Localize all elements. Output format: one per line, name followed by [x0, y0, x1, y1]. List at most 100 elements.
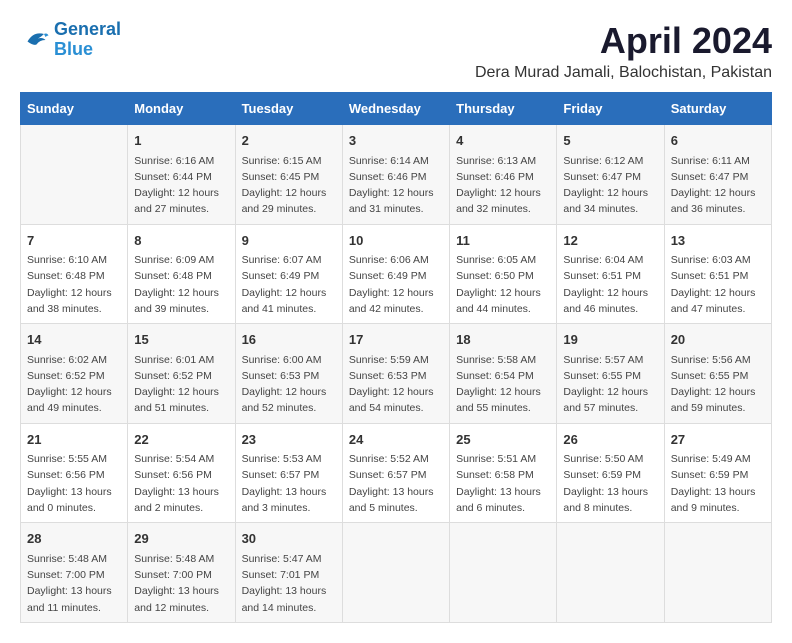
- calendar-header: Sunday Monday Tuesday Wednesday Thursday…: [21, 93, 772, 125]
- day-number: 16: [242, 330, 336, 350]
- day-number: 28: [27, 529, 121, 549]
- day-cell: 29Sunrise: 5:48 AM Sunset: 7:00 PM Dayli…: [128, 523, 235, 623]
- day-cell: 13Sunrise: 6:03 AM Sunset: 6:51 PM Dayli…: [664, 224, 771, 324]
- day-cell: 5Sunrise: 6:12 AM Sunset: 6:47 PM Daylig…: [557, 125, 664, 225]
- day-content: Sunrise: 5:50 AM Sunset: 6:59 PM Dayligh…: [563, 451, 657, 516]
- day-cell: 12Sunrise: 6:04 AM Sunset: 6:51 PM Dayli…: [557, 224, 664, 324]
- day-cell: 10Sunrise: 6:06 AM Sunset: 6:49 PM Dayli…: [342, 224, 449, 324]
- day-cell: 2Sunrise: 6:15 AM Sunset: 6:45 PM Daylig…: [235, 125, 342, 225]
- day-content: Sunrise: 6:07 AM Sunset: 6:49 PM Dayligh…: [242, 252, 336, 317]
- day-number: 2: [242, 131, 336, 151]
- day-content: Sunrise: 6:05 AM Sunset: 6:50 PM Dayligh…: [456, 252, 550, 317]
- day-content: Sunrise: 6:06 AM Sunset: 6:49 PM Dayligh…: [349, 252, 443, 317]
- day-content: Sunrise: 6:11 AM Sunset: 6:47 PM Dayligh…: [671, 153, 765, 218]
- day-content: Sunrise: 5:57 AM Sunset: 6:55 PM Dayligh…: [563, 352, 657, 417]
- day-number: 10: [349, 231, 443, 251]
- day-number: 22: [134, 430, 228, 450]
- day-content: Sunrise: 5:54 AM Sunset: 6:56 PM Dayligh…: [134, 451, 228, 516]
- day-cell: 6Sunrise: 6:11 AM Sunset: 6:47 PM Daylig…: [664, 125, 771, 225]
- day-number: 29: [134, 529, 228, 549]
- day-number: 25: [456, 430, 550, 450]
- day-content: Sunrise: 5:53 AM Sunset: 6:57 PM Dayligh…: [242, 451, 336, 516]
- day-content: Sunrise: 5:59 AM Sunset: 6:53 PM Dayligh…: [349, 352, 443, 417]
- page-header: General Blue April 2024 Dera Murad Jamal…: [20, 20, 772, 82]
- day-number: 12: [563, 231, 657, 251]
- day-number: 6: [671, 131, 765, 151]
- day-content: Sunrise: 5:48 AM Sunset: 7:00 PM Dayligh…: [27, 551, 121, 616]
- day-content: Sunrise: 6:02 AM Sunset: 6:52 PM Dayligh…: [27, 352, 121, 417]
- day-content: Sunrise: 6:00 AM Sunset: 6:53 PM Dayligh…: [242, 352, 336, 417]
- day-cell: 4Sunrise: 6:13 AM Sunset: 6:46 PM Daylig…: [450, 125, 557, 225]
- day-cell: [21, 125, 128, 225]
- day-cell: 21Sunrise: 5:55 AM Sunset: 6:56 PM Dayli…: [21, 423, 128, 523]
- col-saturday: Saturday: [664, 93, 771, 125]
- calendar-table: Sunday Monday Tuesday Wednesday Thursday…: [20, 92, 772, 623]
- day-content: Sunrise: 5:47 AM Sunset: 7:01 PM Dayligh…: [242, 551, 336, 616]
- day-number: 18: [456, 330, 550, 350]
- day-number: 17: [349, 330, 443, 350]
- day-cell: 16Sunrise: 6:00 AM Sunset: 6:53 PM Dayli…: [235, 324, 342, 424]
- day-cell: 18Sunrise: 5:58 AM Sunset: 6:54 PM Dayli…: [450, 324, 557, 424]
- day-number: 14: [27, 330, 121, 350]
- week-row-4: 21Sunrise: 5:55 AM Sunset: 6:56 PM Dayli…: [21, 423, 772, 523]
- col-wednesday: Wednesday: [342, 93, 449, 125]
- day-content: Sunrise: 5:52 AM Sunset: 6:57 PM Dayligh…: [349, 451, 443, 516]
- logo-icon: [20, 25, 50, 55]
- day-number: 11: [456, 231, 550, 251]
- week-row-1: 1Sunrise: 6:16 AM Sunset: 6:44 PM Daylig…: [21, 125, 772, 225]
- day-cell: 17Sunrise: 5:59 AM Sunset: 6:53 PM Dayli…: [342, 324, 449, 424]
- day-cell: 11Sunrise: 6:05 AM Sunset: 6:50 PM Dayli…: [450, 224, 557, 324]
- day-number: 4: [456, 131, 550, 151]
- day-cell: [664, 523, 771, 623]
- col-sunday: Sunday: [21, 93, 128, 125]
- day-cell: 7Sunrise: 6:10 AM Sunset: 6:48 PM Daylig…: [21, 224, 128, 324]
- day-content: Sunrise: 6:04 AM Sunset: 6:51 PM Dayligh…: [563, 252, 657, 317]
- day-cell: [450, 523, 557, 623]
- logo: General Blue: [20, 20, 121, 60]
- logo-text: General Blue: [54, 20, 121, 60]
- day-number: 7: [27, 231, 121, 251]
- day-number: 9: [242, 231, 336, 251]
- day-cell: 8Sunrise: 6:09 AM Sunset: 6:48 PM Daylig…: [128, 224, 235, 324]
- day-number: 8: [134, 231, 228, 251]
- week-row-3: 14Sunrise: 6:02 AM Sunset: 6:52 PM Dayli…: [21, 324, 772, 424]
- day-content: Sunrise: 5:55 AM Sunset: 6:56 PM Dayligh…: [27, 451, 121, 516]
- day-number: 20: [671, 330, 765, 350]
- day-number: 15: [134, 330, 228, 350]
- day-content: Sunrise: 5:48 AM Sunset: 7:00 PM Dayligh…: [134, 551, 228, 616]
- day-cell: 30Sunrise: 5:47 AM Sunset: 7:01 PM Dayli…: [235, 523, 342, 623]
- day-number: 19: [563, 330, 657, 350]
- day-cell: [557, 523, 664, 623]
- day-cell: [342, 523, 449, 623]
- day-cell: 27Sunrise: 5:49 AM Sunset: 6:59 PM Dayli…: [664, 423, 771, 523]
- day-cell: 24Sunrise: 5:52 AM Sunset: 6:57 PM Dayli…: [342, 423, 449, 523]
- day-number: 1: [134, 131, 228, 151]
- day-cell: 9Sunrise: 6:07 AM Sunset: 6:49 PM Daylig…: [235, 224, 342, 324]
- month-title: April 2024: [475, 20, 772, 62]
- title-block: April 2024 Dera Murad Jamali, Balochista…: [475, 20, 772, 82]
- day-number: 30: [242, 529, 336, 549]
- day-cell: 25Sunrise: 5:51 AM Sunset: 6:58 PM Dayli…: [450, 423, 557, 523]
- week-row-5: 28Sunrise: 5:48 AM Sunset: 7:00 PM Dayli…: [21, 523, 772, 623]
- day-content: Sunrise: 6:03 AM Sunset: 6:51 PM Dayligh…: [671, 252, 765, 317]
- day-cell: 26Sunrise: 5:50 AM Sunset: 6:59 PM Dayli…: [557, 423, 664, 523]
- day-number: 21: [27, 430, 121, 450]
- day-content: Sunrise: 6:14 AM Sunset: 6:46 PM Dayligh…: [349, 153, 443, 218]
- day-content: Sunrise: 5:58 AM Sunset: 6:54 PM Dayligh…: [456, 352, 550, 417]
- location-title: Dera Murad Jamali, Balochistan, Pakistan: [475, 64, 772, 82]
- day-cell: 23Sunrise: 5:53 AM Sunset: 6:57 PM Dayli…: [235, 423, 342, 523]
- week-row-2: 7Sunrise: 6:10 AM Sunset: 6:48 PM Daylig…: [21, 224, 772, 324]
- calendar-body: 1Sunrise: 6:16 AM Sunset: 6:44 PM Daylig…: [21, 125, 772, 623]
- day-cell: 19Sunrise: 5:57 AM Sunset: 6:55 PM Dayli…: [557, 324, 664, 424]
- day-cell: 1Sunrise: 6:16 AM Sunset: 6:44 PM Daylig…: [128, 125, 235, 225]
- day-cell: 20Sunrise: 5:56 AM Sunset: 6:55 PM Dayli…: [664, 324, 771, 424]
- logo-line2: Blue: [54, 39, 93, 59]
- day-number: 3: [349, 131, 443, 151]
- day-number: 13: [671, 231, 765, 251]
- day-content: Sunrise: 5:49 AM Sunset: 6:59 PM Dayligh…: [671, 451, 765, 516]
- day-cell: 28Sunrise: 5:48 AM Sunset: 7:00 PM Dayli…: [21, 523, 128, 623]
- day-content: Sunrise: 5:56 AM Sunset: 6:55 PM Dayligh…: [671, 352, 765, 417]
- logo-line1: General: [54, 19, 121, 39]
- day-content: Sunrise: 6:10 AM Sunset: 6:48 PM Dayligh…: [27, 252, 121, 317]
- day-content: Sunrise: 6:12 AM Sunset: 6:47 PM Dayligh…: [563, 153, 657, 218]
